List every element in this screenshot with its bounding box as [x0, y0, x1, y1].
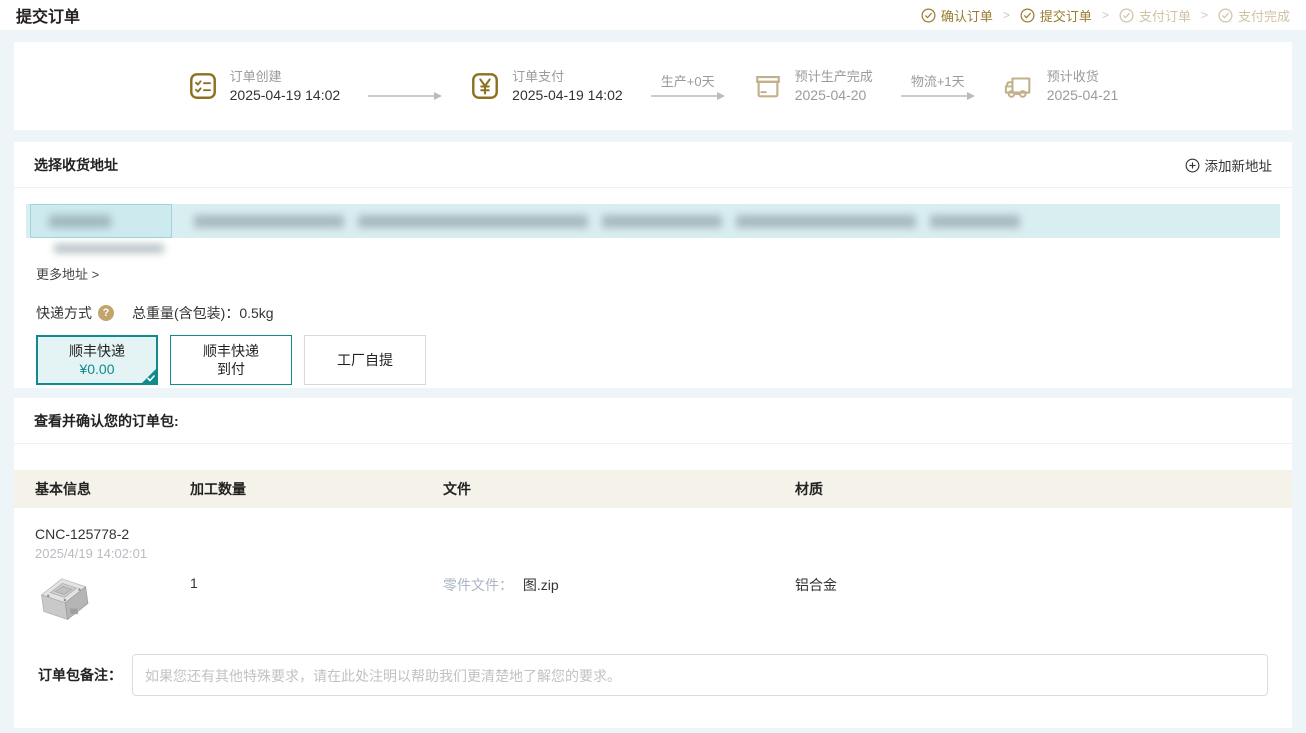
part-thumbnail-cell	[35, 573, 190, 632]
quantity-value: 1	[190, 573, 443, 591]
page-title: 提交订单	[16, 3, 80, 27]
part-file-cell: 零件文件： 图.zip	[443, 573, 795, 595]
arrow-label: 物流+1天	[911, 72, 965, 91]
step-separator: >	[1003, 8, 1010, 22]
arrow-right-icon	[651, 91, 725, 101]
order-created-timestamp: 2025/4/19 14:02:01	[35, 544, 1292, 564]
check-circle-icon	[1119, 8, 1134, 23]
option-name: 工厂自提	[337, 351, 393, 369]
part-thumbnail-image[interactable]	[37, 573, 93, 629]
arrow-label: 生产+0天	[661, 72, 715, 91]
help-question-icon[interactable]: ?	[98, 305, 114, 321]
step-pay-order[interactable]: 支付订单	[1119, 6, 1191, 25]
timeline-title: 预计收货	[1047, 68, 1119, 86]
material-value: 铝合金	[795, 573, 1292, 595]
package-table-header: 基本信息 加工数量 文件 材质	[14, 470, 1292, 508]
address-name-redacted	[30, 204, 172, 238]
arrow-right-icon	[901, 91, 975, 101]
step-label: 提交订单	[1040, 6, 1092, 25]
yuan-pay-icon	[470, 71, 500, 101]
address-section-card: 选择收货地址 添加新地址 更多地址 > 快递方式 ? 总重量(含包装)：0.5k…	[14, 142, 1292, 388]
option-name: 顺丰快递	[69, 342, 125, 360]
remark-input[interactable]	[132, 654, 1268, 696]
timeline-arrow-logistics: 物流+1天	[901, 72, 975, 101]
shipping-option-factory-pickup[interactable]: 工厂自提	[304, 335, 426, 385]
timeline-date: 2025-04-19 14:02	[512, 86, 623, 105]
total-weight: 总重量(含包装)：0.5kg	[132, 303, 274, 323]
order-row-meta: CNC-125778-2 2025/4/19 14:02:01	[14, 508, 1292, 564]
timeline-date: 2025-04-20	[795, 86, 873, 105]
order-checklist-icon	[188, 71, 218, 101]
option-sub: 到付	[217, 360, 245, 378]
redacted-text-bar	[602, 215, 722, 228]
address-section-title: 选择收货地址	[34, 155, 118, 175]
step-separator: >	[1102, 8, 1109, 22]
col-basic-info: 基本信息	[35, 479, 190, 499]
check-circle-icon	[1020, 8, 1035, 23]
redacted-text-bar	[736, 215, 916, 228]
selected-address-row[interactable]	[26, 204, 1280, 238]
shipping-option-sf-express[interactable]: 顺丰快递 ¥0.00	[36, 335, 158, 385]
delivery-truck-icon	[1003, 71, 1035, 101]
step-submit-order[interactable]: 提交订单	[1020, 6, 1092, 25]
shipping-method-row: 快递方式 ? 总重量(含包装)：0.5kg	[36, 303, 1292, 323]
timeline-item-production-complete: 预计生产完成 2025-04-20	[753, 68, 873, 105]
order-timeline: 订单创建 2025-04-19 14:02 订单支付 2025-04-19 14…	[188, 68, 1119, 105]
part-file-label: 零件文件：	[443, 577, 513, 593]
step-label: 支付订单	[1139, 6, 1191, 25]
address-detail-redacted	[194, 215, 1020, 228]
step-label: 确认订单	[941, 6, 993, 25]
redacted-text-bar	[49, 215, 111, 228]
redacted-text-bar	[194, 215, 344, 228]
timeline-item-order-paid: 订单支付 2025-04-19 14:02	[470, 68, 623, 105]
timeline-item-order-created: 订单创建 2025-04-19 14:02	[188, 68, 341, 105]
timeline-arrow-production: 生产+0天	[651, 72, 725, 101]
add-new-address-button[interactable]: 添加新地址	[1185, 155, 1273, 175]
shipping-options: 顺丰快递 ¥0.00 顺丰快递 到付 工厂自提	[36, 335, 1292, 385]
top-bar: 提交订单 确认订单 > 提交订单 > 支付订单 > 支付完成	[0, 0, 1306, 30]
step-label: 支付完成	[1238, 6, 1290, 25]
order-package-card: 查看并确认您的订单包: 基本信息 加工数量 文件 材质 CNC-125778-2…	[14, 398, 1292, 728]
check-circle-icon	[1218, 8, 1233, 23]
step-confirm-order[interactable]: 确认订单	[921, 6, 993, 25]
timeline-title: 预计生产完成	[795, 68, 873, 86]
timeline-arrow	[368, 72, 442, 101]
arrow-right-icon	[368, 91, 442, 101]
package-box-icon	[753, 71, 783, 101]
add-new-address-label: 添加新地址	[1205, 155, 1273, 175]
redacted-text-bar	[930, 215, 1020, 228]
remark-label: 订单包备注：	[38, 665, 122, 685]
timeline-title: 订单创建	[230, 68, 341, 86]
remark-row: 订单包备注：	[14, 632, 1292, 696]
shipping-option-sf-collect[interactable]: 顺丰快递 到付	[170, 335, 292, 385]
step-pay-complete[interactable]: 支付完成	[1218, 6, 1290, 25]
timeline-item-delivery: 预计收货 2025-04-21	[1003, 68, 1119, 105]
step-separator: >	[1201, 8, 1208, 22]
timeline-date: 2025-04-21	[1047, 86, 1119, 105]
redacted-smudge	[54, 240, 1292, 256]
order-steps-breadcrumb: 确认订单 > 提交订单 > 支付订单 > 支付完成	[921, 6, 1290, 25]
timeline-title: 订单支付	[512, 68, 623, 86]
option-name: 顺丰快递	[203, 342, 259, 360]
order-number: CNC-125778-2	[35, 524, 1292, 544]
package-section-header: 查看并确认您的订单包:	[14, 398, 1292, 444]
selected-check-icon	[146, 373, 156, 383]
option-price: ¥0.00	[79, 360, 114, 378]
redacted-text-bar	[358, 215, 588, 228]
timeline-date: 2025-04-19 14:02	[230, 86, 341, 105]
col-material: 材质	[795, 479, 1292, 499]
address-section-header: 选择收货地址 添加新地址	[14, 142, 1292, 188]
plus-circle-icon	[1185, 158, 1200, 173]
spacer	[14, 444, 1292, 470]
col-quantity: 加工数量	[190, 479, 443, 499]
part-file-name[interactable]: 图.zip	[523, 577, 559, 593]
check-circle-icon	[921, 8, 936, 23]
order-timeline-card: 订单创建 2025-04-19 14:02 订单支付 2025-04-19 14…	[14, 42, 1292, 130]
shipping-method-label: 快递方式	[36, 303, 92, 323]
package-section-title: 查看并确认您的订单包:	[34, 411, 179, 431]
order-row: 1 零件文件： 图.zip 铝合金	[14, 573, 1292, 632]
col-files: 文件	[443, 479, 795, 499]
more-addresses-link[interactable]: 更多地址 >	[36, 264, 99, 283]
